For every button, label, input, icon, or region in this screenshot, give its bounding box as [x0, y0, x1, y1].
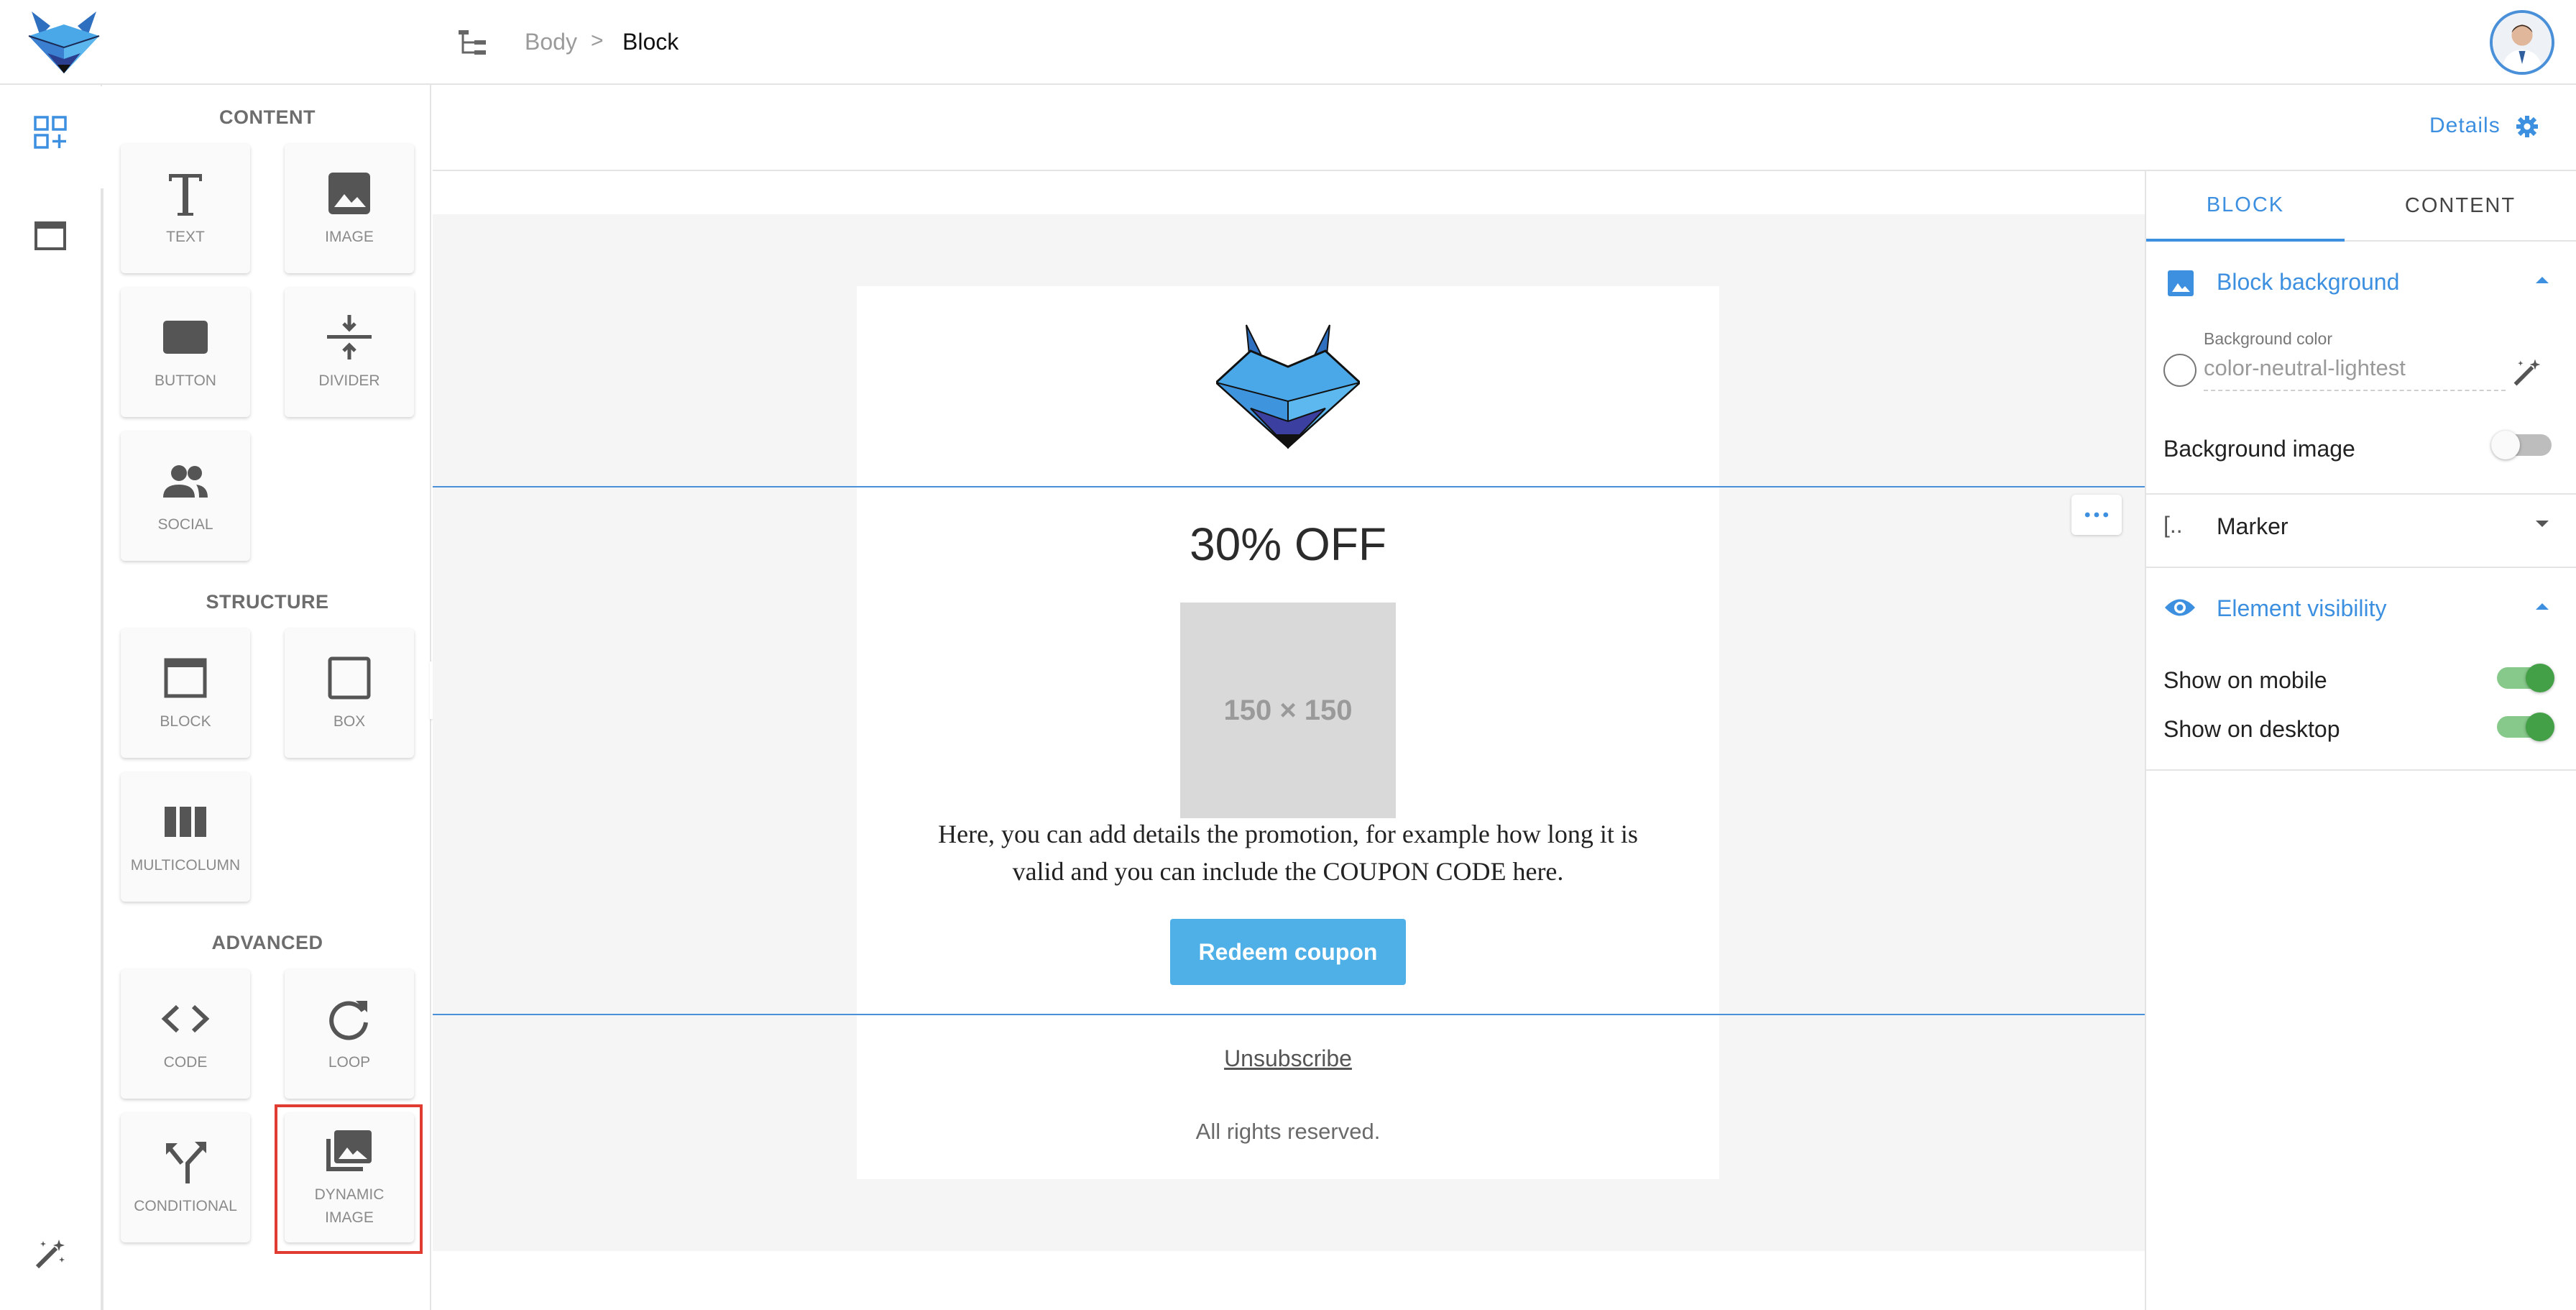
- conditional-fork-icon: [166, 1142, 206, 1183]
- tile-text-label: TEXT: [166, 229, 205, 245]
- tile-code[interactable]: CODE: [121, 969, 250, 1099]
- background-image-toggle-knob[interactable]: [2491, 431, 2520, 459]
- avatar-person-icon: [2493, 13, 2552, 72]
- eye-icon: [2165, 599, 2195, 616]
- breadcrumb-body[interactable]: Body: [525, 29, 577, 55]
- show-on-desktop-label: Show on desktop: [2163, 716, 2340, 742]
- selected-block-top-border: [433, 486, 2145, 487]
- gear-icon[interactable]: [2516, 115, 2539, 138]
- block-icon: [164, 658, 207, 698]
- show-on-mobile-label: Show on mobile: [2163, 667, 2327, 693]
- chevron-down-icon[interactable]: [2534, 519, 2550, 529]
- footer-rights-text: All rights reserved.: [1195, 1119, 1381, 1144]
- section-advanced-title: ADVANCED: [211, 932, 323, 953]
- tile-multicolumn-label: MULTICOLUMN: [130, 857, 241, 874]
- panel-divider: [2146, 769, 2576, 771]
- background-image-label: Background image: [2163, 436, 2355, 462]
- background-color-input[interactable]: color-neutral-lightest: [2204, 355, 2506, 391]
- tile-image[interactable]: IMAGE: [285, 144, 414, 273]
- tile-loop-label: LOOP: [328, 1054, 371, 1071]
- tile-social[interactable]: SOCIAL: [121, 431, 250, 561]
- email-headline[interactable]: 30% OFF: [857, 518, 1719, 571]
- element-visibility-header[interactable]: Element visibility: [2217, 595, 2387, 622]
- image-placeholder[interactable]: 150 × 150: [1180, 603, 1396, 818]
- color-swatch[interactable]: [2163, 354, 2196, 387]
- structure-tree-icon[interactable]: [457, 27, 489, 59]
- marker-bracket-icon: [..: [2163, 512, 2183, 538]
- tile-divider[interactable]: DIVIDER: [285, 288, 414, 417]
- block-layout-icon[interactable]: [34, 221, 66, 250]
- social-people-icon: [163, 465, 208, 498]
- breadcrumb-separator: >: [591, 29, 604, 52]
- block-more-options-button[interactable]: [2071, 495, 2122, 535]
- image-section-icon: [2168, 270, 2194, 296]
- more-horizontal-icon: [2084, 512, 2109, 518]
- tab-block[interactable]: BLOCK: [2146, 171, 2345, 242]
- tile-code-label: CODE: [163, 1054, 208, 1071]
- tile-block-label: BLOCK: [160, 713, 211, 730]
- user-avatar[interactable]: [2490, 10, 2554, 75]
- email-body-line-2: valid and you can include the COUPON COD…: [1012, 857, 1564, 886]
- marker-header[interactable]: Marker: [2217, 513, 2288, 540]
- multicolumn-icon: [165, 807, 206, 837]
- details-link[interactable]: Details: [2429, 114, 2501, 138]
- tile-loop[interactable]: LOOP: [285, 969, 414, 1099]
- fox-logo-icon[interactable]: [26, 7, 102, 76]
- tile-box[interactable]: BOX: [285, 628, 414, 758]
- magic-wand-icon[interactable]: [2511, 357, 2543, 388]
- selected-block-bottom-border: [433, 1014, 2145, 1015]
- tile-button-label: BUTTON: [155, 372, 216, 389]
- image-icon: [328, 173, 370, 214]
- tile-text[interactable]: TEXT: [121, 144, 250, 273]
- tile-image-label: IMAGE: [325, 229, 374, 245]
- tab-content[interactable]: CONTENT: [2345, 171, 2576, 242]
- tile-conditional-label: CONDITIONAL: [134, 1198, 237, 1214]
- unsubscribe-link[interactable]: Unsubscribe: [857, 1045, 1719, 1072]
- chevron-up-icon[interactable]: [2534, 601, 2550, 611]
- show-on-mobile-toggle-knob[interactable]: [2526, 664, 2554, 692]
- email-fox-logo-icon: [1216, 324, 1360, 449]
- tile-button[interactable]: BUTTON: [121, 288, 250, 417]
- redeem-coupon-button[interactable]: Redeem coupon: [1170, 919, 1406, 985]
- left-rail: [0, 85, 102, 1310]
- block-background-header[interactable]: Block background: [2217, 269, 2399, 296]
- section-content-title: CONTENT: [219, 106, 316, 128]
- code-icon: [161, 1004, 210, 1033]
- section-structure-title: STRUCTURE: [206, 591, 329, 613]
- top-bar: [0, 0, 2576, 85]
- loop-refresh-icon: [329, 1001, 368, 1040]
- tile-multicolumn[interactable]: MULTICOLUMN: [121, 772, 250, 902]
- breadcrumb-block[interactable]: Block: [622, 29, 678, 55]
- tile-block[interactable]: BLOCK: [121, 628, 250, 758]
- panel-divider: [2146, 567, 2576, 568]
- email-body-line-1: Here, you can add details the promotion,…: [938, 820, 1638, 848]
- chevron-up-icon[interactable]: [2534, 275, 2550, 285]
- panel-divider: [2146, 493, 2576, 495]
- tile-social-label: SOCIAL: [157, 516, 213, 533]
- tile-box-label: BOX: [333, 713, 366, 730]
- email-body-text[interactable]: Here, you can add details the promotion,…: [886, 815, 1690, 890]
- background-color-label: Background color: [2204, 329, 2332, 348]
- tile-divider-label: DIVIDER: [318, 372, 380, 389]
- magic-wand-icon[interactable]: [33, 1237, 68, 1271]
- box-icon: [328, 656, 371, 700]
- add-elements-icon[interactable]: [33, 115, 68, 150]
- selection-highlight-box: [275, 1104, 423, 1254]
- button-icon: [163, 321, 208, 354]
- text-icon: [169, 174, 202, 216]
- canvas-toolbar: [433, 85, 2576, 171]
- show-on-desktop-toggle-knob[interactable]: [2526, 713, 2554, 741]
- divider-icon: [327, 315, 372, 359]
- tile-conditional[interactable]: CONDITIONAL: [121, 1113, 250, 1242]
